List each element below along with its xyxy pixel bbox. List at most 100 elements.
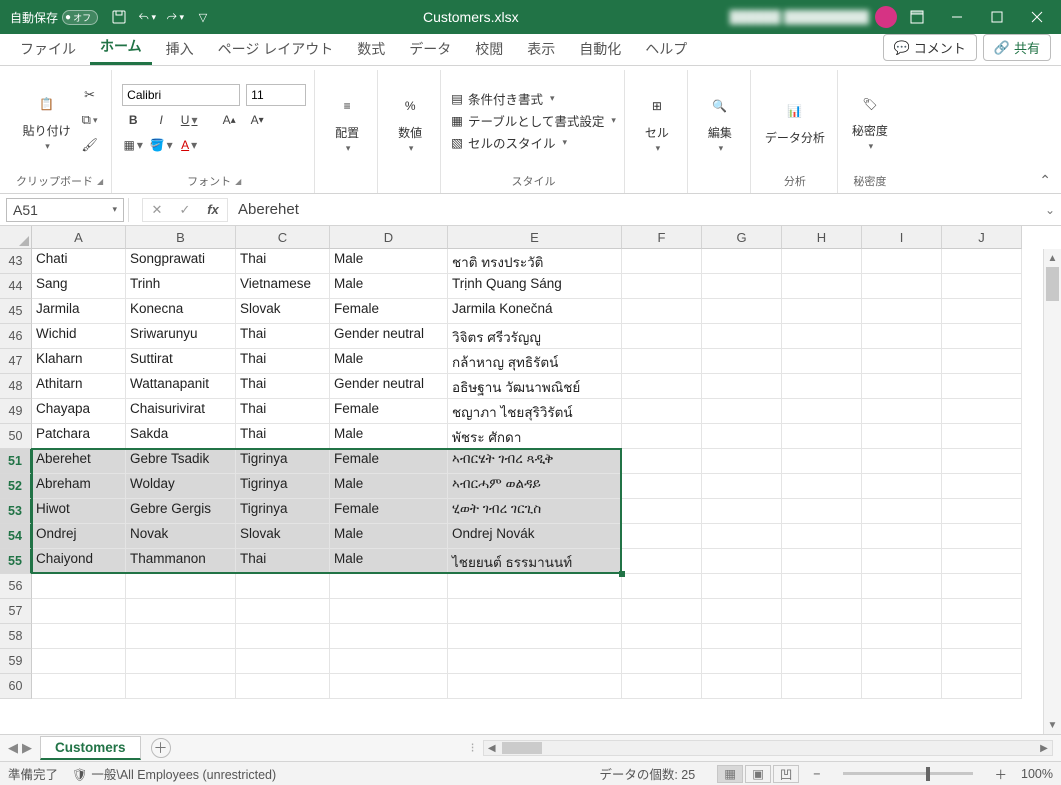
format-as-table-button[interactable]: ▦テーブルとして書式設定▾ [451, 111, 616, 130]
cell[interactable]: Male [330, 549, 448, 574]
zoom-slider[interactable] [843, 772, 973, 775]
cell[interactable] [782, 374, 862, 399]
cell[interactable] [702, 349, 782, 374]
scroll-thumb[interactable] [1046, 267, 1059, 301]
tab-データ[interactable]: データ [399, 33, 461, 65]
cell[interactable] [622, 374, 702, 399]
sensitivity-button[interactable]: 🏷秘密度▾ [848, 86, 892, 154]
cell[interactable] [448, 574, 622, 599]
autosave-toggle[interactable]: オフ [62, 10, 98, 25]
cell[interactable]: Trinh [126, 274, 236, 299]
cell[interactable] [236, 624, 330, 649]
cancel-formula-icon[interactable]: ✕ [143, 202, 171, 218]
cell[interactable] [942, 474, 1022, 499]
cell[interactable] [862, 299, 942, 324]
cell[interactable] [782, 524, 862, 549]
cell[interactable] [782, 299, 862, 324]
cell[interactable]: Novak [126, 524, 236, 549]
vertical-scrollbar[interactable]: ▲ ▼ [1043, 249, 1061, 734]
cell[interactable] [32, 624, 126, 649]
cell[interactable] [702, 299, 782, 324]
cell[interactable] [862, 424, 942, 449]
cell[interactable] [942, 399, 1022, 424]
cell[interactable]: Ondrej [32, 524, 126, 549]
cell[interactable] [862, 624, 942, 649]
cell[interactable] [942, 574, 1022, 599]
font-size-input[interactable] [246, 84, 306, 106]
cell[interactable] [702, 674, 782, 699]
col-header[interactable]: F [622, 226, 702, 249]
cell[interactable]: Gender neutral [330, 324, 448, 349]
border-button[interactable]: ▦▾ [122, 134, 144, 156]
cell[interactable] [862, 574, 942, 599]
cell[interactable] [622, 349, 702, 374]
row-header[interactable]: 59 [0, 649, 32, 674]
cell[interactable] [862, 449, 942, 474]
tab-表示[interactable]: 表示 [517, 33, 565, 65]
bold-button[interactable]: B [122, 109, 144, 131]
row-header[interactable]: 44 [0, 274, 32, 299]
cell[interactable] [942, 524, 1022, 549]
cell[interactable] [622, 599, 702, 624]
tab-ホーム[interactable]: ホーム [90, 30, 152, 65]
dialog-launcher-icon[interactable]: ◢ [97, 177, 103, 186]
cell[interactable] [330, 649, 448, 674]
cell[interactable] [622, 674, 702, 699]
cell[interactable] [236, 649, 330, 674]
cell[interactable] [782, 274, 862, 299]
cell[interactable] [622, 274, 702, 299]
cell[interactable] [782, 499, 862, 524]
avatar[interactable] [875, 6, 897, 28]
cell[interactable] [702, 274, 782, 299]
cell[interactable]: Abreham [32, 474, 126, 499]
font-name-input[interactable] [122, 84, 240, 106]
cells-button[interactable]: ⊞セル▾ [635, 88, 679, 156]
cell[interactable] [330, 599, 448, 624]
cell-styles-button[interactable]: ▧セルのスタイル▾ [451, 133, 616, 152]
shrink-font-button[interactable]: A▾ [246, 109, 268, 131]
analyze-data-button[interactable]: 📊データ分析 [761, 93, 829, 148]
cell[interactable] [32, 574, 126, 599]
paste-button[interactable]: 📋 貼り付け▾ [19, 86, 75, 154]
cell[interactable] [126, 574, 236, 599]
cell[interactable] [126, 599, 236, 624]
fill-handle[interactable] [619, 571, 625, 577]
cell[interactable]: Chati [32, 249, 126, 274]
cell[interactable]: Female [330, 449, 448, 474]
cell[interactable] [236, 599, 330, 624]
sheet-tab-active[interactable]: Customers [40, 736, 141, 760]
prev-sheet-icon[interactable]: ◀ [8, 740, 18, 756]
cell[interactable] [32, 674, 126, 699]
cell[interactable] [622, 449, 702, 474]
cell[interactable]: Klaharn [32, 349, 126, 374]
cell[interactable]: Thai [236, 249, 330, 274]
cell[interactable] [622, 299, 702, 324]
cell[interactable] [702, 399, 782, 424]
cell[interactable]: Sriwarunyu [126, 324, 236, 349]
scroll-up-icon[interactable]: ▲ [1044, 249, 1061, 267]
account[interactable]: ██████ ██████████ [730, 6, 897, 28]
cell[interactable] [942, 324, 1022, 349]
format-painter-icon[interactable]: 🖌 [79, 134, 101, 156]
cell[interactable] [702, 449, 782, 474]
cell[interactable] [448, 624, 622, 649]
row-header[interactable]: 50 [0, 424, 32, 449]
cell[interactable] [702, 424, 782, 449]
cell[interactable] [622, 574, 702, 599]
cell[interactable] [862, 324, 942, 349]
collapse-ribbon-icon[interactable]: ⌃ [1039, 172, 1051, 189]
tab-ヘルプ[interactable]: ヘルプ [635, 33, 697, 65]
tab-ページ レイアウト[interactable]: ページ レイアウト [208, 33, 344, 65]
formula-input[interactable]: Aberehet [228, 199, 1039, 220]
cell[interactable] [622, 424, 702, 449]
cell[interactable]: Ondrej Novák [448, 524, 622, 549]
cell[interactable] [448, 649, 622, 674]
insert-function-icon[interactable]: fx [199, 202, 227, 217]
cell[interactable]: Athitarn [32, 374, 126, 399]
col-header[interactable]: H [782, 226, 862, 249]
scroll-right-icon[interactable]: ▶ [1036, 741, 1052, 755]
cell[interactable] [862, 649, 942, 674]
cell[interactable] [448, 599, 622, 624]
cell[interactable] [782, 624, 862, 649]
cell[interactable] [702, 324, 782, 349]
